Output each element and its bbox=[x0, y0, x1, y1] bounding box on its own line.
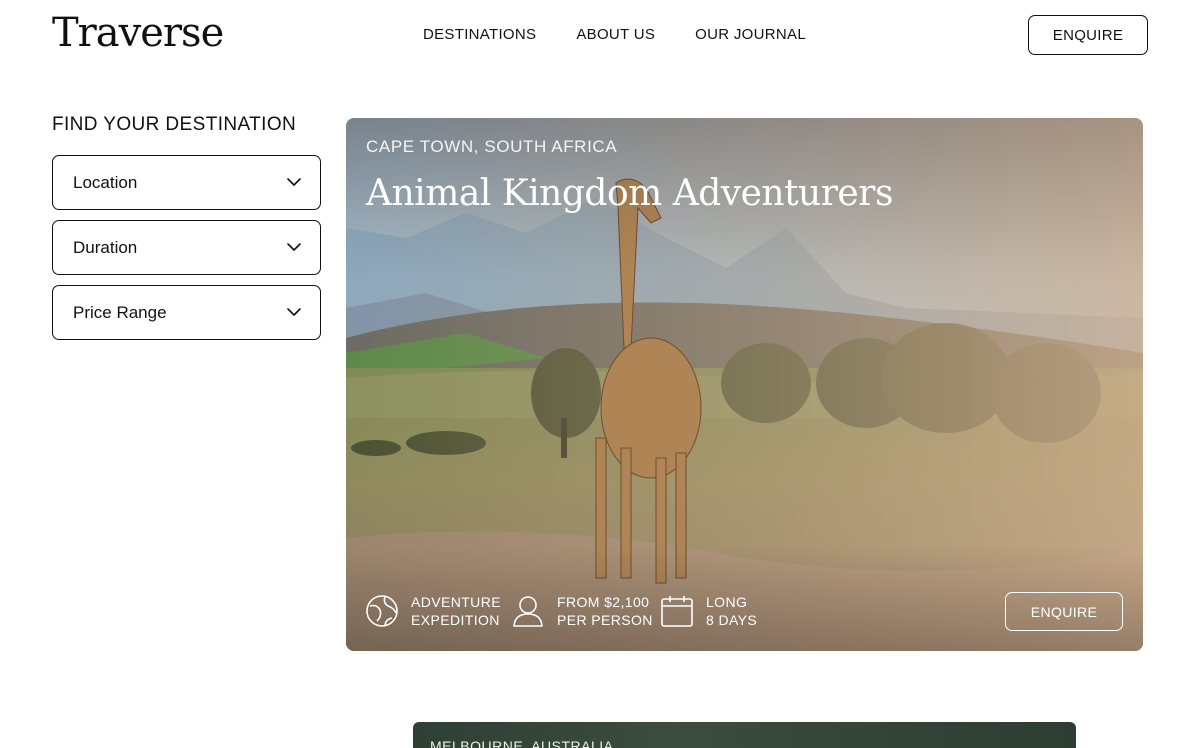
price-line1: FROM $2,100 bbox=[557, 594, 650, 610]
nav-our-journal[interactable]: OUR JOURNAL bbox=[695, 26, 806, 43]
price-meta: FROM $2,100 PER PERSON bbox=[511, 593, 653, 629]
price-line2: PER PERSON bbox=[557, 612, 653, 628]
site-header: Traverse DESTINATIONS ABOUT US OUR JOURN… bbox=[0, 0, 1200, 70]
brand-logo[interactable]: Traverse bbox=[52, 10, 224, 56]
trip-type-line2: EXPEDITION bbox=[411, 612, 500, 628]
trip-type-line1: ADVENTURE bbox=[411, 594, 501, 610]
card-title[interactable]: Animal Kingdom Adventurers bbox=[366, 173, 893, 214]
next-destination-card[interactable]: MELBOURNE, AUSTRALIA bbox=[413, 722, 1076, 748]
duration-line2: 8 DAYS bbox=[706, 612, 758, 628]
header-enquire-button[interactable]: ENQUIRE bbox=[1028, 15, 1148, 55]
featured-destination-card[interactable]: CAPE TOWN, SOUTH AFRICA Animal Kingdom A… bbox=[346, 118, 1143, 651]
nav-about-us[interactable]: ABOUT US bbox=[576, 26, 655, 43]
chevron-down-icon bbox=[287, 243, 301, 251]
person-icon bbox=[513, 596, 543, 627]
trip-type-meta: ADVENTURE EXPEDITION bbox=[365, 593, 501, 629]
globe-icon bbox=[366, 595, 398, 627]
chevron-down-icon bbox=[287, 178, 301, 186]
location-select[interactable]: Location bbox=[52, 155, 321, 210]
duration-line1: LONG bbox=[706, 594, 748, 610]
next-card-location: MELBOURNE, AUSTRALIA bbox=[430, 738, 614, 748]
calendar-icon bbox=[661, 596, 693, 627]
duration-select-label: Duration bbox=[73, 238, 138, 257]
nav-destinations[interactable]: DESTINATIONS bbox=[423, 26, 536, 43]
price-range-select-label: Price Range bbox=[73, 303, 167, 322]
location-select-label: Location bbox=[73, 173, 138, 192]
filter-heading: FIND YOUR DESTINATION bbox=[52, 114, 297, 135]
card-location: CAPE TOWN, SOUTH AFRICA bbox=[366, 137, 618, 156]
duration-select[interactable]: Duration bbox=[52, 220, 321, 275]
main-nav: DESTINATIONS ABOUT US OUR JOURNAL bbox=[423, 26, 806, 43]
card-enquire-button[interactable]: ENQUIRE bbox=[1005, 592, 1123, 631]
chevron-down-icon bbox=[287, 308, 301, 316]
duration-meta: LONG 8 DAYS bbox=[660, 593, 757, 629]
price-range-select[interactable]: Price Range bbox=[52, 285, 321, 340]
